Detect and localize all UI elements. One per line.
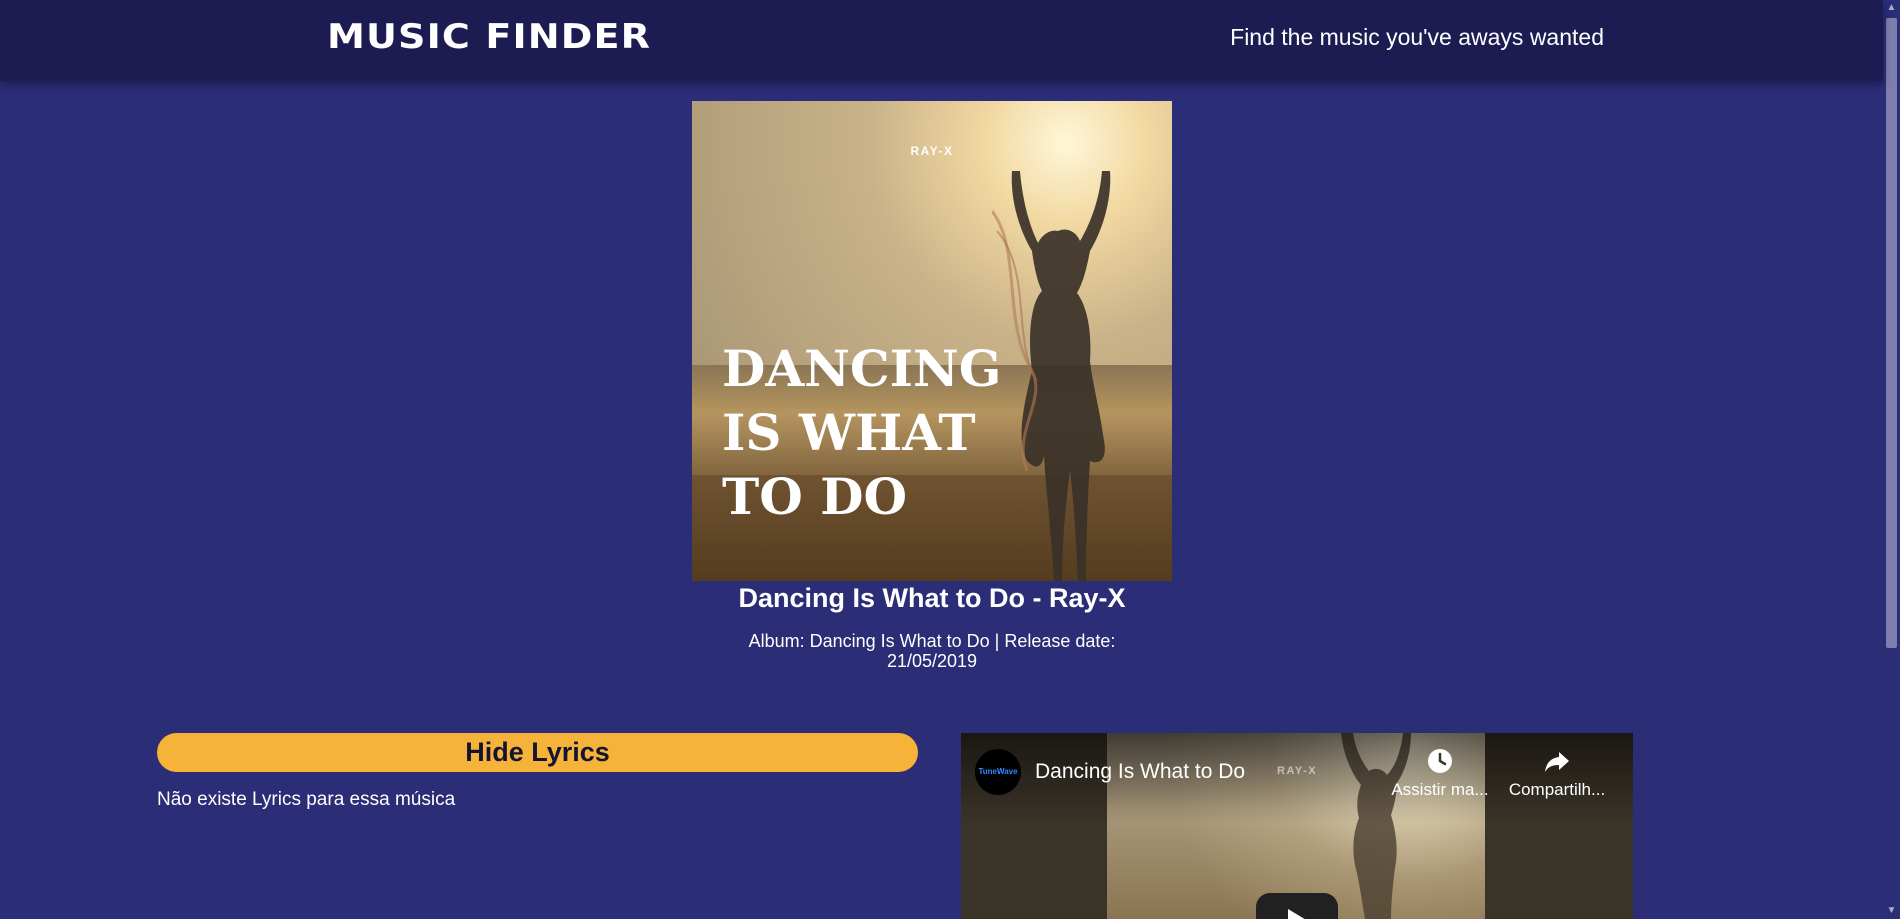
scroll-down-arrow-icon[interactable]: ▼ [1883, 903, 1900, 919]
site-tagline: Find the music you've aways wanted [1230, 24, 1604, 50]
hide-lyrics-button[interactable]: Hide Lyrics [157, 733, 918, 772]
cover-brand-text: RAY-X [910, 144, 954, 158]
scroll-up-arrow-icon[interactable]: ▲ [1883, 0, 1900, 16]
share-button[interactable]: Compartilh... [1502, 747, 1612, 801]
youtube-video-embed[interactable]: TuneWave Dancing Is What to Do RAY-X Ass… [961, 733, 1633, 919]
dancer-silhouette [992, 171, 1111, 581]
watch-later-button[interactable]: Assistir ma... [1385, 747, 1495, 801]
video-thumbnail-brand: RAY-X [1277, 765, 1318, 777]
page-scrollbar[interactable]: ▲ ▼ [1883, 0, 1900, 919]
cover-title-text: DANCING IS WHAT TO DO [722, 339, 1002, 526]
watch-later-label: Assistir ma... [1391, 780, 1489, 799]
clock-icon [1428, 749, 1452, 773]
share-arrow-icon [1545, 752, 1569, 772]
lyrics-message: Não existe Lyrics para essa música [157, 789, 456, 810]
share-label: Compartilh... [1508, 780, 1606, 799]
album-cover-image: RAY-X DANCING IS WHAT TO DO [692, 101, 1172, 581]
song-album-release-info: Album: Dancing Is What to Do | Release d… [748, 631, 1116, 671]
site-logo[interactable]: MUSIC FINDER [327, 16, 651, 58]
play-button[interactable] [1256, 893, 1338, 919]
song-title: Dancing Is What to Do - Ray-X [738, 583, 1126, 613]
scrollbar-thumb[interactable] [1886, 18, 1897, 648]
video-title[interactable]: Dancing Is What to Do [1035, 759, 1245, 785]
site-header: MUSIC FINDER Find the music you've aways… [0, 0, 1883, 81]
channel-avatar[interactable]: TuneWave [975, 749, 1021, 795]
